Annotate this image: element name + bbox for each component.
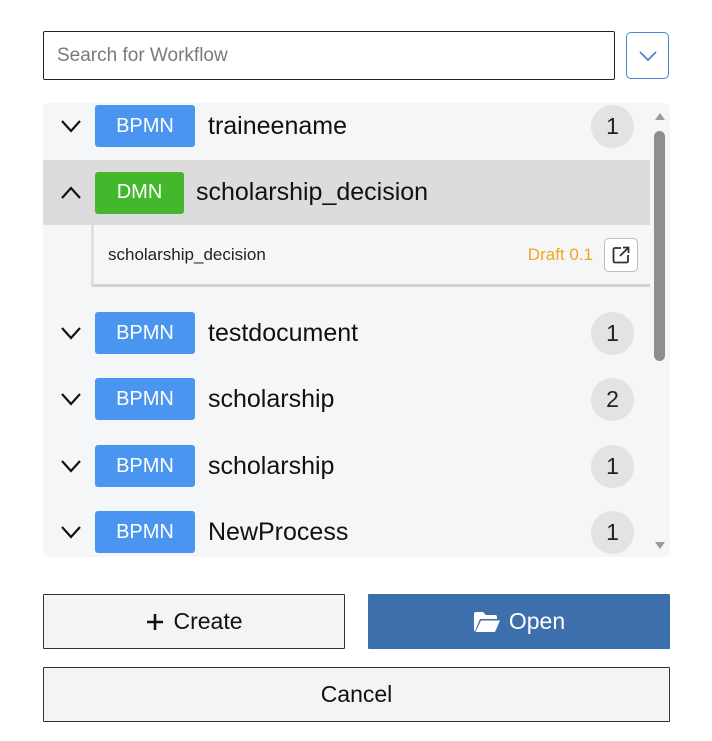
workflow-row[interactable]: BPMN scholarship 1 — [43, 434, 650, 498]
type-badge: DMN — [95, 171, 184, 214]
open-button[interactable]: Open — [368, 594, 670, 649]
chevron-down-icon[interactable] — [60, 525, 82, 539]
workflow-row[interactable]: BPMN testdocument 1 — [43, 301, 650, 365]
workflow-name: scholarship — [208, 384, 335, 413]
workflow-name: testdocument — [208, 318, 359, 347]
chevron-down-icon[interactable] — [60, 459, 82, 473]
scrollbar-thumb[interactable] — [654, 131, 665, 361]
chevron-down-icon[interactable] — [60, 326, 82, 340]
type-badge: BPMN — [95, 445, 195, 487]
version-count-badge: 2 — [591, 377, 634, 421]
search-row — [43, 31, 670, 80]
workflow-row[interactable]: BPMN traineename 1 — [43, 103, 650, 158]
chevron-down-icon[interactable] — [60, 392, 82, 406]
type-badge: BPMN — [95, 378, 195, 420]
version-count-badge: 1 — [591, 444, 634, 488]
type-badge: BPMN — [95, 312, 195, 354]
version-name: scholarship_decision — [108, 245, 266, 264]
workflow-version-item[interactable]: scholarship_decision Draft 0.1 — [91, 225, 650, 287]
version-count-badge: 1 — [591, 510, 634, 554]
workflow-row[interactable]: BPMN scholarship 2 — [43, 367, 650, 431]
open-external-button[interactable] — [604, 238, 638, 272]
list-scrollbar[interactable] — [650, 103, 670, 557]
scroll-down-arrow-icon[interactable] — [654, 541, 666, 551]
cancel-button[interactable]: Cancel — [43, 667, 670, 722]
create-button[interactable]: Create — [43, 594, 345, 649]
open-button-label: Open — [508, 608, 566, 634]
type-badge: BPMN — [95, 511, 195, 553]
search-input[interactable] — [43, 31, 615, 80]
cancel-button-label: Cancel — [320, 681, 393, 707]
workflow-row[interactable]: BPMN NewProcess 1 — [43, 500, 650, 557]
workflow-row-expanded[interactable]: DMN scholarship_decision — [43, 160, 650, 225]
create-button-label: Create — [173, 608, 243, 634]
external-link-icon — [612, 246, 630, 264]
chevron-up-icon[interactable] — [60, 185, 82, 200]
workflow-name: scholarship_decision — [196, 178, 429, 206]
plus-icon — [145, 612, 165, 632]
chevron-down-icon — [638, 50, 657, 61]
version-count-badge: 1 — [591, 104, 634, 148]
type-badge: BPMN — [95, 105, 195, 147]
version-status: Draft 0.1 — [527, 245, 593, 264]
scroll-up-arrow-icon[interactable] — [654, 111, 666, 121]
workflow-list: BPMN traineename 1 DMN scholarship_decis… — [43, 103, 650, 557]
workflow-name: scholarship — [208, 451, 335, 480]
workflow-list-panel: BPMN traineename 1 DMN scholarship_decis… — [43, 103, 670, 557]
workflow-name: traineename — [208, 111, 347, 140]
version-count-badge: 1 — [591, 311, 634, 355]
workflow-dropdown-button[interactable] — [626, 32, 669, 79]
workflow-name: NewProcess — [208, 517, 349, 546]
folder-open-icon — [473, 611, 501, 633]
chevron-down-icon[interactable] — [60, 119, 82, 133]
